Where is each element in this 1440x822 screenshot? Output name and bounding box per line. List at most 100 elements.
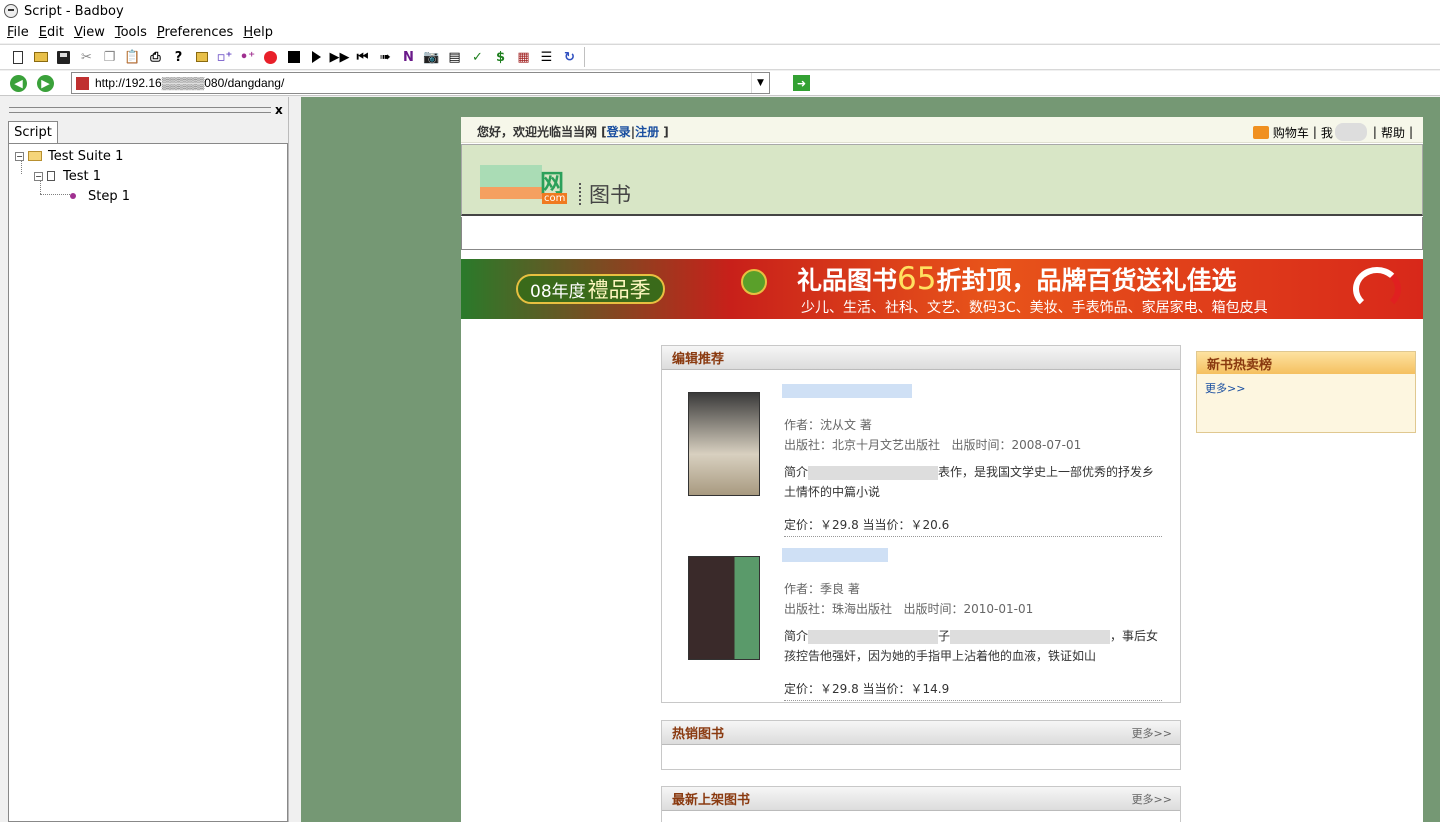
- paste-icon[interactable]: 📋: [121, 46, 144, 68]
- align-icon[interactable]: ☰: [535, 46, 558, 68]
- menu-tools[interactable]: Tools: [110, 25, 152, 40]
- script-tree: − Test Suite 1 − Test 1 Step 1: [8, 143, 288, 822]
- book-item: 作者：季良 著 出版社：珠海出版社 出版时间：2010-01-01 简介子，事后…: [662, 534, 1180, 701]
- menu-help-label: elp: [253, 25, 273, 40]
- forward-arrow-icon[interactable]: ▶: [37, 74, 54, 92]
- navigate-n-icon[interactable]: N: [397, 46, 420, 68]
- blurred-book-title[interactable]: [782, 384, 912, 398]
- menu-help[interactable]: Help: [238, 25, 278, 40]
- refresh-icon[interactable]: ↻: [558, 46, 581, 68]
- book-separator: [784, 700, 1162, 701]
- camera-icon[interactable]: 📷: [420, 46, 443, 68]
- record-icon[interactable]: [259, 46, 282, 68]
- tree-node-step[interactable]: Step 1: [70, 187, 130, 205]
- banner-title: 礼品图书65折封顶，品牌百货送礼佳选: [797, 261, 1236, 297]
- report-icon[interactable]: ▤: [443, 46, 466, 68]
- url-combobox[interactable]: http://192.16▒▒▒▒▒080/dangdang/ ▼: [71, 72, 770, 94]
- browser-view: 您好，欢迎光临当当网 [登录|注册 ] 购物车 | 我 | 帮助 | 网 com…: [301, 97, 1440, 822]
- window-titlebar: Script - Badboy: [0, 0, 1440, 22]
- open-folder-icon[interactable]: [29, 46, 52, 68]
- blurred-text: [950, 629, 1111, 644]
- tab-script[interactable]: Script: [8, 121, 58, 143]
- new-books-more-link[interactable]: 更多>>: [1132, 791, 1180, 807]
- banner-season-text: 禮品季: [587, 278, 651, 302]
- editor-picks-title: 编辑推荐: [672, 352, 725, 367]
- step-forward-icon[interactable]: ➠: [374, 46, 397, 68]
- print-icon[interactable]: ⎙: [144, 46, 167, 68]
- blurred-text: [808, 465, 939, 480]
- banner-title-prefix: 礼品图书: [797, 266, 898, 295]
- url-dropdown-icon[interactable]: ▼: [751, 73, 769, 93]
- menu-file[interactable]: File: [2, 25, 34, 40]
- go-arrow-icon[interactable]: ➜: [793, 75, 810, 91]
- new-document-icon[interactable]: [6, 46, 29, 68]
- book-price: 定价：￥29.8 当当价：￥14.9: [784, 682, 950, 696]
- book-cover-image[interactable]: [688, 556, 760, 660]
- page-favicon-icon: [76, 76, 89, 90]
- back-arrow-icon[interactable]: ◀: [10, 74, 27, 92]
- save-icon[interactable]: [52, 46, 75, 68]
- site-topbar: 您好，欢迎光临当当网 [登录|注册 ] 购物车 | 我 | 帮助 |: [461, 117, 1423, 143]
- logo-subtitle: 图书: [589, 183, 631, 207]
- tree-suite-label: Test Suite 1: [48, 148, 124, 164]
- menu-view[interactable]: View: [69, 25, 110, 40]
- new-books-title: 最新上架图书: [672, 793, 751, 808]
- register-link[interactable]: 注册: [635, 125, 659, 139]
- editor-picks-box: 编辑推荐 作者：沈从文 著 出版社：北京十月文艺出版社 出版时间：2008-07…: [661, 345, 1181, 703]
- cut-icon[interactable]: ✂: [75, 46, 98, 68]
- book-cover-image[interactable]: [688, 392, 760, 496]
- bestseller-more-link[interactable]: 更多>>: [1197, 374, 1415, 396]
- add-suite-icon[interactable]: [190, 46, 213, 68]
- blurred-book-title[interactable]: [782, 548, 888, 562]
- book-publisher-text: 出版社：北京十月文艺出版社: [784, 438, 941, 452]
- my-account-link[interactable]: 我: [1321, 124, 1333, 141]
- url-text[interactable]: http://192.16▒▒▒▒▒080/dangdang/: [95, 76, 751, 90]
- rewind-icon[interactable]: ⏮: [351, 46, 374, 68]
- badboy-app-icon: [4, 4, 18, 18]
- menu-edit[interactable]: Edit: [34, 25, 69, 40]
- desc-prefix: 简介: [784, 465, 809, 479]
- toolbar-separator: [584, 47, 585, 67]
- new-books-box: 最新上架图书 更多>>: [661, 786, 1181, 822]
- tree-node-test[interactable]: − Test 1: [34, 167, 101, 185]
- collapse-toggle-icon[interactable]: −: [15, 151, 24, 161]
- ornament-icon: [741, 269, 767, 295]
- pane-close-icon[interactable]: x: [275, 103, 283, 117]
- promo-banner[interactable]: 08年度 禮品季 礼品图书65折封顶，品牌百货送礼佳选 少儿、生活、社科、文艺、…: [461, 259, 1423, 319]
- menu-view-label: iew: [82, 25, 105, 40]
- script-pane: x Script − Test Suite 1 − Test 1 Step 1: [0, 97, 300, 822]
- copy-icon[interactable]: ❐: [98, 46, 121, 68]
- pane-grip-handle[interactable]: [9, 107, 271, 113]
- menu-file-label: ile: [13, 25, 29, 40]
- cart-link[interactable]: 购物车: [1273, 124, 1309, 141]
- blurred-account-text: [1334, 123, 1367, 141]
- site-header: 网 com 图书: [461, 144, 1423, 216]
- variable-icon[interactable]: $: [489, 46, 512, 68]
- pane-splitter[interactable]: [288, 97, 300, 822]
- menu-bar: File Edit View Tools Preferences Help: [0, 22, 1440, 43]
- play-all-icon[interactable]: ▶▶: [328, 46, 351, 68]
- tree-node-suite[interactable]: − Test Suite 1: [15, 147, 123, 165]
- menu-preferences-label: references: [164, 25, 234, 40]
- help-link[interactable]: 帮助: [1381, 124, 1405, 141]
- shopping-cart-icon[interactable]: [1252, 125, 1269, 139]
- bestseller-rank-box: 新书热卖榜 更多>>: [1196, 351, 1416, 433]
- help-icon[interactable]: ?: [167, 46, 190, 68]
- hot-books-more-link[interactable]: 更多>>: [1132, 725, 1180, 741]
- login-link[interactable]: 登录: [607, 125, 631, 139]
- add-test-icon[interactable]: ▫⁺: [213, 46, 236, 68]
- play-icon[interactable]: [305, 46, 328, 68]
- top-right-links: 购物车 | 我 | 帮助 |: [1252, 123, 1413, 141]
- stop-icon[interactable]: [282, 46, 305, 68]
- table-icon[interactable]: ▦: [512, 46, 535, 68]
- blurred-text: [808, 629, 939, 644]
- menu-preferences[interactable]: Preferences: [152, 25, 238, 40]
- main-toolbar: ✂ ❐ 📋 ⎙ ? ▫⁺ •⁺ ▶▶ ⏮ ➠ N 📷 ▤ ✓ $ ▦ ☰ ↻: [0, 44, 1440, 70]
- web-page: 您好，欢迎光临当当网 [登录|注册 ] 购物车 | 我 | 帮助 | 网 com…: [461, 117, 1423, 822]
- collapse-toggle-icon[interactable]: −: [34, 171, 43, 181]
- add-step-icon[interactable]: •⁺: [236, 46, 259, 68]
- book-item: 作者：沈从文 著 出版社：北京十月文艺出版社 出版时间：2008-07-01 简…: [662, 370, 1180, 537]
- check-icon[interactable]: ✓: [466, 46, 489, 68]
- book-pubdate: 出版时间：2010-01-01: [903, 602, 1034, 616]
- book-description: 简介 表作，是我国文学史上一部优秀的抒发乡土情怀的中篇小说: [784, 462, 1164, 502]
